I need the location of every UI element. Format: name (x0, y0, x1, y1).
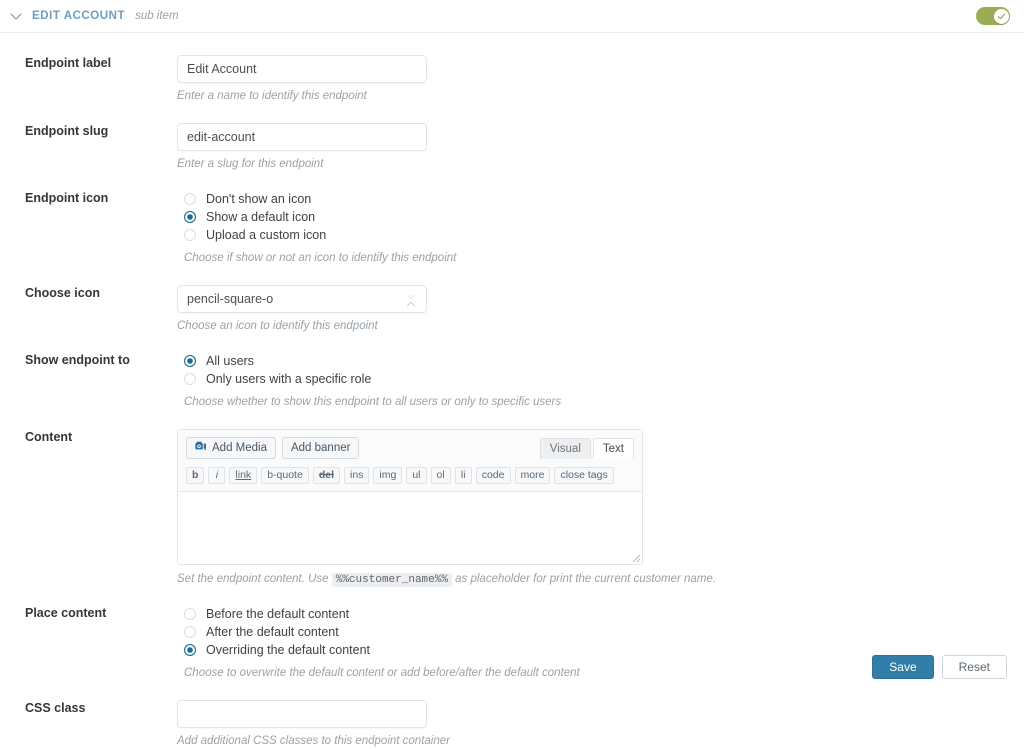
tab-text[interactable]: Text (592, 437, 634, 459)
endpoint-settings-form: Endpoint label Enter a name to identify … (0, 33, 1024, 749)
help-show-endpoint-to: Choose whether to show this endpoint to … (184, 396, 562, 409)
quicktag-b-quote[interactable]: b-quote (261, 466, 309, 484)
quicktag-del[interactable]: del (312, 466, 340, 484)
reset-button[interactable]: Reset (941, 655, 1007, 679)
add-media-label: Add Media (212, 441, 267, 454)
editor-media-bar: Add Media Add banner Visual Text (178, 429, 642, 465)
field-endpoint-slug: Enter a slug for this endpoint (177, 122, 1024, 173)
field-row-endpoint-label: Endpoint label Enter a name to identify … (0, 55, 1024, 105)
help-content: Set the endpoint content. Use %%customer… (177, 572, 1024, 588)
label-css-class: CSS class (25, 700, 86, 715)
label-endpoint-icon: Endpoint icon (25, 191, 109, 206)
endpoint-label-input[interactable] (177, 55, 427, 83)
field-row-css-class: CSS class Add additional CSS classes to … (0, 699, 1024, 749)
quicktag-code[interactable]: code (475, 466, 511, 484)
check-icon (997, 13, 1005, 19)
radio-indicator-selected (184, 644, 196, 657)
help-content-after: as placeholder for print the current cus… (455, 572, 716, 585)
field-show-endpoint-to: All users Only users with a specific rol… (177, 352, 1024, 411)
endpoint-slug-input[interactable] (177, 122, 427, 151)
choose-icon-select[interactable]: pencil-square-o (177, 284, 427, 313)
add-media-button[interactable]: Add Media (186, 436, 276, 459)
panel-title: EDIT ACCOUNT (32, 10, 126, 22)
field-row-place-content: Place content Before the default content… (0, 605, 1024, 682)
radio-indicator (184, 193, 196, 206)
panel-header: EDIT ACCOUNT sub item (0, 0, 1024, 33)
editor-mode-tabs: Visual Text (538, 437, 634, 459)
toggle-knob (993, 8, 1009, 24)
radio-dont-show-icon[interactable]: Don't show an icon (177, 190, 1024, 208)
help-choose-icon: Choose an icon to identify this endpoint (177, 319, 378, 332)
radio-show-default-icon[interactable]: Show a default icon (177, 208, 1024, 226)
chevron-down-icon[interactable] (8, 8, 24, 24)
radio-label: All users (206, 353, 254, 368)
radio-label: After the default content (206, 625, 339, 640)
radio-indicator-selected (184, 355, 196, 368)
radio-indicator (184, 608, 196, 621)
field-endpoint-label: Enter a name to identify this endpoint (177, 55, 1024, 105)
radio-label: Show a default icon (206, 209, 316, 224)
field-row-endpoint-slug: Endpoint slug Enter a slug for this endp… (0, 122, 1024, 173)
label-choose-icon: Choose icon (25, 285, 101, 300)
label-content: Content (25, 429, 73, 444)
field-row-endpoint-icon: Endpoint icon Don't show an icon Show a … (0, 190, 1024, 267)
field-choose-icon: pencil-square-o Choose an icon to identi… (177, 284, 1024, 335)
css-class-input[interactable] (177, 699, 427, 728)
radio-indicator (184, 229, 196, 242)
field-css-class: Add additional CSS classes to this endpo… (177, 699, 1024, 749)
quicktag-link[interactable]: link (229, 466, 258, 484)
quicktag-b[interactable]: b (186, 466, 205, 484)
endpoint-enabled-toggle[interactable] (976, 7, 1010, 25)
help-endpoint-label: Enter a name to identify this endpoint (177, 90, 367, 102)
form-footer: Save Reset (872, 655, 1007, 679)
help-content-before: Set the endpoint content. Use (177, 572, 329, 585)
quicktag-li[interactable]: li (454, 466, 472, 484)
label-endpoint-label: Endpoint label (25, 56, 112, 70)
save-button[interactable]: Save (872, 655, 934, 679)
help-endpoint-icon: Choose if show or not an icon to identif… (184, 252, 457, 265)
field-row-choose-icon: Choose icon pencil-square-o Choose an ic… (0, 284, 1024, 335)
content-textarea[interactable] (178, 491, 642, 564)
help-css-class: Add additional CSS classes to this endpo… (177, 734, 450, 747)
help-endpoint-slug: Enter a slug for this endpoint (177, 157, 324, 170)
field-row-show-endpoint-to: Show endpoint to All users Only users wi… (0, 352, 1024, 411)
label-place-content: Place content (25, 606, 107, 621)
content-placeholder-token: %%customer_name%% (331, 572, 452, 587)
quicktag-more[interactable]: more (514, 466, 551, 484)
radio-indicator (184, 373, 196, 386)
quicktag-ul[interactable]: ul (406, 466, 427, 484)
quicktag-i[interactable]: i (208, 466, 226, 484)
radio-indicator (184, 626, 196, 639)
field-endpoint-icon: Don't show an icon Show a default icon U… (177, 190, 1024, 267)
radio-label: Don't show an icon (206, 191, 312, 206)
radio-specific-role[interactable]: Only users with a specific role (177, 370, 1024, 388)
radio-before-default-content[interactable]: Before the default content (177, 605, 1024, 623)
radio-all-users[interactable]: All users (177, 352, 1024, 370)
tab-visual[interactable]: Visual (539, 437, 591, 459)
editor-textarea-wrap (178, 490, 642, 564)
label-show-endpoint-to: Show endpoint to (25, 353, 130, 368)
panel-subtitle: sub item (135, 10, 179, 22)
quicktag-close-tags[interactable]: close tags (554, 466, 614, 484)
field-row-content: Content Add Media Add banner Visual Text… (0, 428, 1024, 588)
radio-after-default-content[interactable]: After the default content (177, 623, 1024, 641)
add-banner-button[interactable]: Add banner (281, 436, 360, 459)
wp-editor: Add Media Add banner Visual Text b i lin… (177, 428, 643, 565)
quicktag-ins[interactable]: ins (343, 466, 370, 484)
radio-upload-custom-icon[interactable]: Upload a custom icon (177, 226, 1024, 244)
quicktag-ol[interactable]: ol (430, 466, 451, 484)
radio-label: Upload a custom icon (206, 227, 327, 242)
quicktag-img[interactable]: img (373, 466, 403, 484)
radio-indicator-selected (184, 211, 196, 224)
editor-quicktags: b i link b-quote del ins img ul ol li co… (178, 464, 642, 491)
radio-label: Before the default content (206, 607, 350, 622)
radio-label: Overriding the default content (206, 643, 370, 658)
field-content: Add Media Add banner Visual Text b i lin… (177, 428, 1024, 588)
radio-label: Only users with a specific role (206, 371, 372, 386)
label-endpoint-slug: Endpoint slug (25, 123, 109, 138)
media-camera-icon (195, 440, 207, 455)
